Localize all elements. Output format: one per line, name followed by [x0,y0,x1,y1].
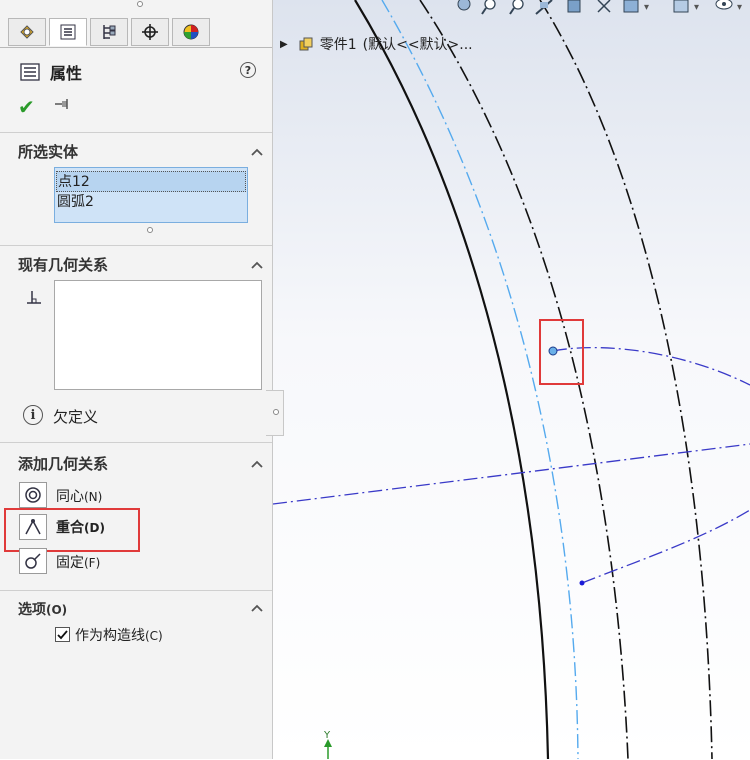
fix-label[interactable]: 固定(F) [56,552,100,572]
list-item[interactable]: 圆弧2 [56,192,246,213]
display-manager-icon [183,24,199,40]
tab-divider [0,47,272,48]
panel-collapse-handle[interactable] [266,390,284,436]
info-icon: i [23,405,43,425]
sketch-point-end[interactable] [579,580,585,586]
tab-dimxpert-manager[interactable] [131,18,169,46]
existing-relations-list[interactable] [54,280,262,390]
manager-tabs [8,18,213,48]
section-options: 选项(O) [0,590,272,760]
construction-checkbox[interactable] [55,627,70,642]
section-view-icon[interactable] [535,0,553,15]
pin-icon[interactable] [54,98,70,110]
edit-appearance-icon[interactable]: ▾ [644,2,649,13]
fix-button[interactable] [19,548,47,574]
ok-checkmark-icon[interactable]: ✔ [18,95,35,119]
part-name[interactable]: 零件1 [320,34,357,54]
zoom-to-area-icon[interactable] [481,0,496,15]
relations-icon [27,291,41,304]
help-icon[interactable]: ? [240,62,256,78]
zoom-to-fit-icon[interactable] [457,0,471,11]
definition-status: 欠定义 [53,408,99,426]
properties-icon [20,63,40,81]
view-orientation-icon[interactable] [567,0,581,13]
dimxpert-icon [142,24,158,40]
list-resize-grip-icon[interactable] [147,227,153,233]
sketch-point-12[interactable] [548,346,558,356]
tab-feature-manager[interactable] [8,18,46,46]
property-manager-panel: 属性 ? ✔ 所选实体 点12 圆弧2 现有几何关系 i 欠定义 添加几何关系 … [0,0,284,760]
feature-tree-flyout[interactable]: ▶ 零件1 (默认<<默认>... [280,34,473,54]
concentric-icon [25,487,41,503]
expand-arrow-icon[interactable]: ▶ [280,39,288,50]
tab-display-manager[interactable] [172,18,210,46]
config-name: (默认<<默认>... [362,37,473,53]
svg-text:▾: ▾ [694,2,699,13]
collapse-chevron-icon[interactable] [250,603,264,613]
concentric-label[interactable]: 同心(N) [56,486,102,506]
axis-label-y: Y [323,730,331,741]
previous-view-icon[interactable] [509,0,524,15]
svg-text:▾: ▾ [644,2,649,13]
collapse-chevron-icon[interactable] [250,459,264,469]
handle-grip-icon [273,409,279,415]
concentric-button[interactable] [19,482,47,508]
section-title-options: 选项(O) [18,602,68,618]
heads-up-toolbar: ▾ ▾ ▾ [457,0,742,15]
fix-icon [25,553,41,569]
list-item[interactable]: 点12 [56,171,246,192]
hide-show-items-icon[interactable] [623,0,639,13]
section-title-existing-relations: 现有几何关系 [18,256,109,274]
svg-text:▾: ▾ [737,2,742,13]
view-settings-icon[interactable]: ▾ ▾ [694,0,742,13]
tab-configuration-manager[interactable] [90,18,128,46]
configuration-manager-icon [103,25,116,39]
collapse-chevron-icon[interactable] [250,260,264,270]
selected-entities-list[interactable]: 点12 圆弧2 [54,167,248,223]
section-title-selected-entities: 所选实体 [18,143,79,161]
construction-label[interactable]: 作为构造线(C) [75,625,163,645]
property-manager-icon [60,24,76,40]
tab-property-manager[interactable] [49,18,87,46]
display-style-icon[interactable] [597,0,611,13]
section-title-add-relations: 添加几何关系 [18,455,109,473]
panel-grip-icon[interactable] [137,1,143,7]
scene-icon[interactable] [673,0,689,13]
checkmark-icon [57,630,68,640]
property-header: 属性 [20,60,82,84]
collapse-chevron-icon[interactable] [250,147,264,157]
property-title: 属性 [50,64,83,83]
part-icon [298,36,314,52]
graphics-area[interactable]: Y [273,0,750,759]
highlight-box-coincident [4,508,140,552]
feature-manager-icon [20,25,34,39]
